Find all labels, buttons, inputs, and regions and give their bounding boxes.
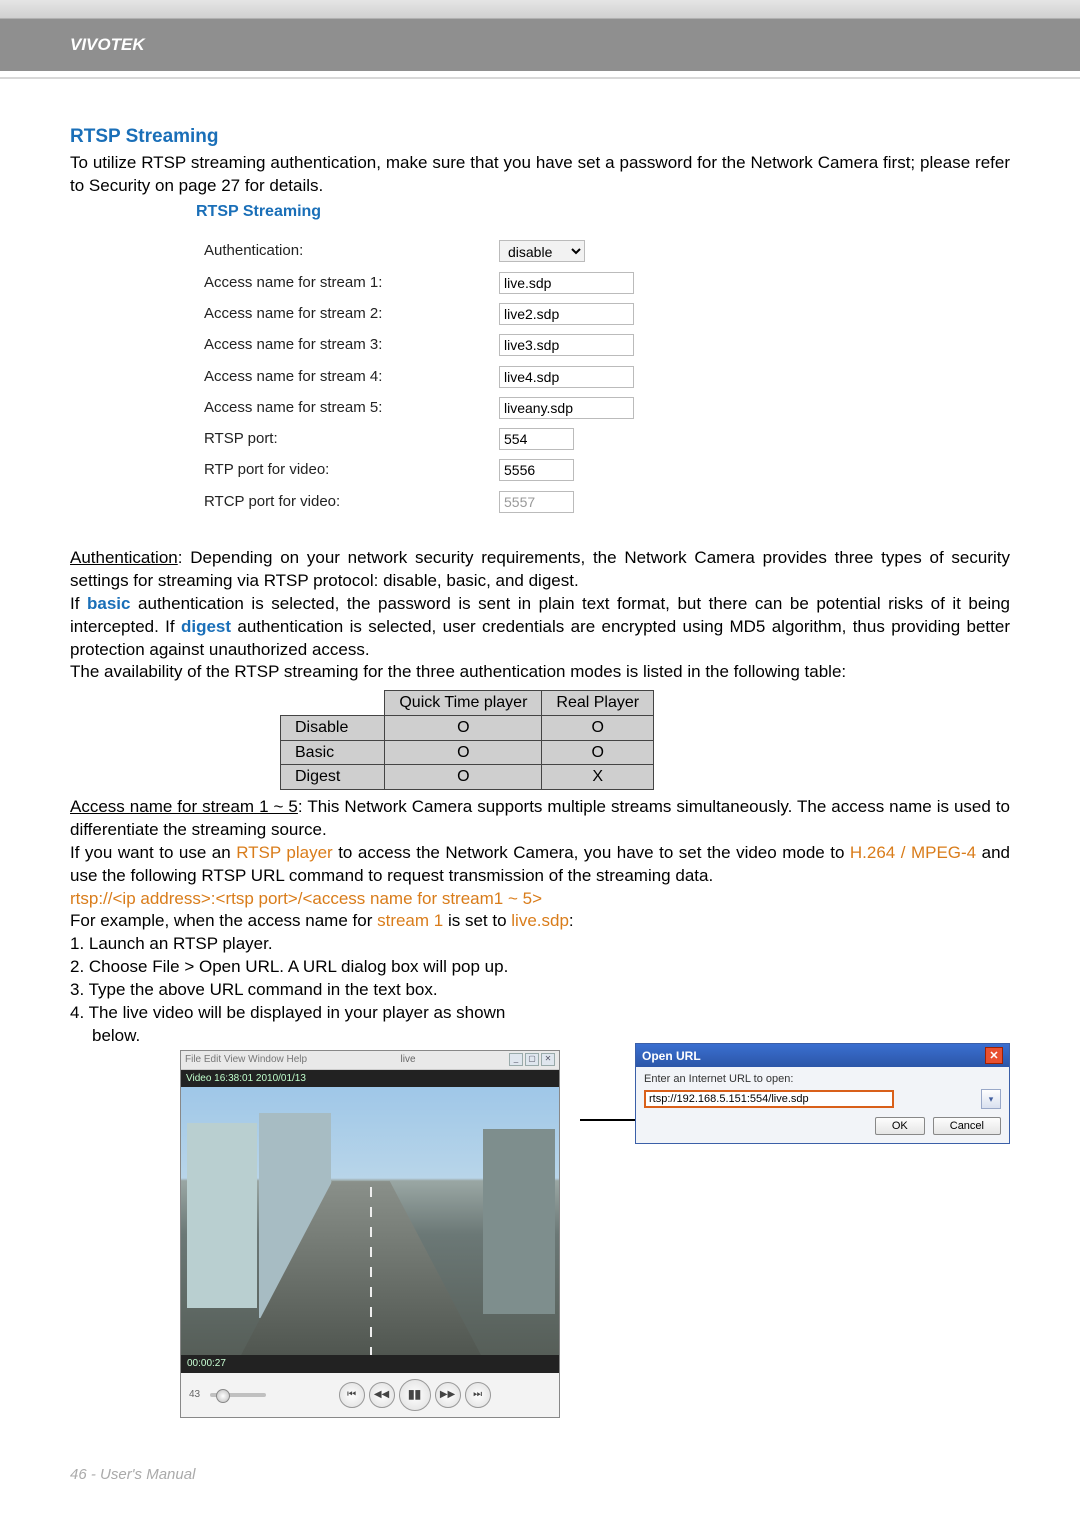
auth-p1: : Depending on your network security req… [70, 548, 1010, 590]
skip-back-button[interactable]: ⏮ [339, 1382, 365, 1408]
form-legend: RTSP Streaming [190, 201, 327, 223]
open-url-dialog: Open URL ✕ Enter an Internet URL to open… [635, 1043, 1010, 1144]
dialog-titlebar: Open URL ✕ [636, 1044, 1009, 1067]
auth-lead: Authentication [70, 548, 178, 567]
th-quicktime: Quick Time player [385, 691, 542, 716]
cell-basic-qt: O [385, 740, 542, 765]
stream4-input[interactable] [499, 366, 634, 388]
availability-table: Quick Time player Real Player Disable O … [280, 690, 654, 789]
rtp-port-input[interactable] [499, 459, 574, 481]
dialog-url-input[interactable] [644, 1090, 894, 1108]
auth-label: Authentication: [196, 241, 499, 261]
skip-fwd-button[interactable]: ⏭ [465, 1382, 491, 1408]
video-frame [181, 1087, 559, 1355]
dialog-ok-button[interactable]: OK [875, 1117, 925, 1135]
cell-digest-rp: X [542, 765, 654, 790]
rtsp-player-word: RTSP player [236, 843, 333, 862]
ex-a: For example, when the access name for [70, 911, 377, 930]
access-p2a: If you want to use an [70, 843, 236, 862]
auth-paragraph-2: If basic authentication is selected, the… [70, 593, 1010, 662]
basic-word: basic [87, 594, 130, 613]
step-1: 1. Launch an RTSP player. [70, 933, 1010, 956]
dialog-title-text: Open URL [642, 1049, 701, 1063]
access-lead: Access name for stream 1 ~ 5 [70, 797, 298, 816]
pause-button[interactable]: ▮▮ [399, 1379, 431, 1411]
row-disable: Disable [281, 715, 385, 740]
digest-word: digest [181, 617, 231, 636]
auth-paragraph-1: Authentication: Depending on your networ… [70, 547, 1010, 593]
access-paragraph-1: Access name for stream 1 ~ 5: This Netwo… [70, 796, 1010, 842]
player-menu-text: File Edit View Window Help [185, 1053, 307, 1067]
ex-c: is set to [443, 911, 511, 930]
stream3-label: Access name for stream 3: [196, 335, 499, 355]
cell-disable-rp: O [542, 715, 654, 740]
auth-p2a: If [70, 594, 87, 613]
video-player: File Edit View Window Help live _ ▢ ✕ Vi… [180, 1050, 560, 1418]
stream5-label: Access name for stream 5: [196, 398, 499, 418]
rewind-button[interactable]: ◀◀ [369, 1382, 395, 1408]
page-header: VIVOTEK [0, 19, 1080, 71]
cell-basic-rp: O [542, 740, 654, 765]
row-digest: Digest [281, 765, 385, 790]
dialog-prompt: Enter an Internet URL to open: [644, 1073, 1001, 1085]
header-underline [0, 71, 1080, 79]
rtsp-port-label: RTSP port: [196, 429, 499, 449]
ex-d: live.sdp [511, 911, 569, 930]
step-4a: 4. The live video will be displayed in y… [70, 1002, 620, 1025]
row-basic: Basic [281, 740, 385, 765]
section-title: RTSP Streaming [70, 124, 1010, 150]
dialog-cancel-button[interactable]: Cancel [933, 1117, 1001, 1135]
ex-b: stream 1 [377, 911, 443, 930]
auth-select[interactable]: disable [499, 240, 585, 262]
step-3: 3. Type the above URL command in the tex… [70, 979, 1010, 1002]
stream2-label: Access name for stream 2: [196, 304, 499, 324]
rtsp-form-box: RTSP Streaming Authentication: disable A… [175, 210, 880, 537]
step-2: 2. Choose File > Open URL. A URL dialog … [70, 956, 1010, 979]
stream5-input[interactable] [499, 397, 634, 419]
player-titlebar: File Edit View Window Help live _ ▢ ✕ [181, 1051, 559, 1070]
rtsp-port-input[interactable] [499, 428, 574, 450]
rtcp-port-label: RTCP port for video: [196, 492, 499, 512]
brand-text: VIVOTEK [70, 35, 145, 55]
cell-disable-qt: O [385, 715, 542, 740]
maximize-icon[interactable]: ▢ [525, 1053, 539, 1066]
page-footer: 46 - User's Manual [70, 1466, 195, 1483]
close-icon[interactable]: ✕ [541, 1053, 555, 1066]
page-top-border [0, 0, 1080, 19]
stream2-input[interactable] [499, 303, 634, 325]
video-overlay-text: Video 16:38:01 2010/01/13 [181, 1070, 559, 1088]
example-line: For example, when the access name for st… [70, 910, 1010, 933]
rtp-port-label: RTP port for video: [196, 460, 499, 480]
player-title: live [307, 1053, 509, 1067]
forward-button[interactable]: ▶▶ [435, 1382, 461, 1408]
video-time: 00:00:27 [181, 1355, 559, 1373]
volume-value: 43 [189, 1388, 200, 1402]
stream4-label: Access name for stream 4: [196, 367, 499, 387]
minimize-icon[interactable]: _ [509, 1053, 523, 1066]
url-template: rtsp://<ip address>:<rtsp port>/<access … [70, 888, 1010, 911]
step-4b: below. [70, 1025, 620, 1048]
section-intro: To utilize RTSP streaming authentication… [70, 152, 1010, 198]
auth-paragraph-3: The availability of the RTSP streaming f… [70, 661, 1010, 684]
stream3-input[interactable] [499, 334, 634, 356]
volume-slider[interactable] [210, 1393, 266, 1397]
cell-digest-qt: O [385, 765, 542, 790]
ex-e: : [569, 911, 574, 930]
codec-word: H.264 / MPEG-4 [850, 843, 976, 862]
access-p2c: to access the Network Camera, you have t… [333, 843, 850, 862]
dialog-close-button[interactable]: ✕ [985, 1047, 1003, 1064]
rtcp-port-input[interactable] [499, 491, 574, 513]
access-paragraph-2: If you want to use an RTSP player to acc… [70, 842, 1010, 888]
th-realplayer: Real Player [542, 691, 654, 716]
player-controls: 43 ⏮ ◀◀ ▮▮ ▶▶ ⏭ [181, 1373, 559, 1417]
dialog-dropdown-button[interactable]: ▾ [981, 1089, 1001, 1109]
stream1-label: Access name for stream 1: [196, 273, 499, 293]
stream1-input[interactable] [499, 272, 634, 294]
